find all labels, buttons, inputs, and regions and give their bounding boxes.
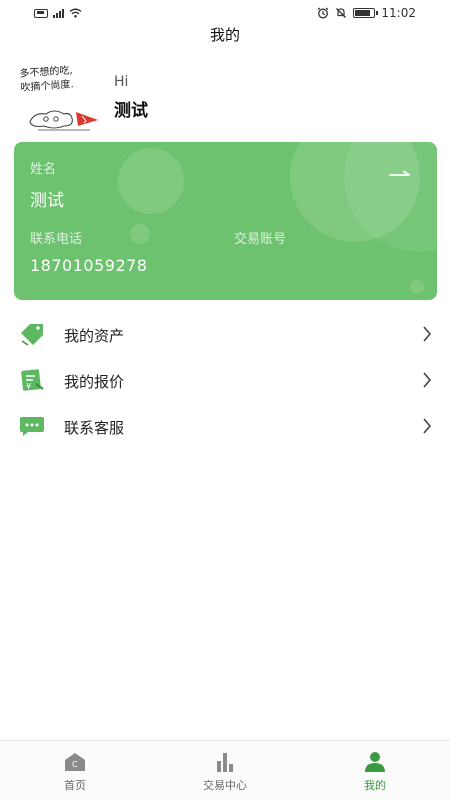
menu-label-quotes: 我的报价 (64, 372, 125, 391)
menu-item-quotes[interactable]: ¥ 我的报价 (0, 358, 450, 404)
menu-item-assets[interactable]: 我的资产 (0, 312, 450, 358)
tag-icon (18, 321, 46, 349)
menu-list: 我的资产 ¥ 我的报价 联系客服 (0, 312, 450, 450)
decor-bubble (118, 148, 184, 214)
decor-bubble (130, 224, 150, 244)
chevron-right-icon (423, 326, 432, 342)
alarm-icon (317, 7, 329, 19)
user-info-card[interactable]: 姓名 测试 联系电话 交易账号 18701059278 (14, 142, 437, 300)
profile-header: 多不想的吃, 吹摘个尚度. Hi (18, 62, 128, 142)
svg-text:¥: ¥ (26, 382, 31, 391)
decor-bubble (410, 280, 424, 294)
svg-text:C: C (72, 760, 78, 769)
sim-icon (34, 8, 48, 18)
user-name: 测试 (114, 101, 148, 121)
page-title: 我的 (209, 26, 240, 44)
status-bar: 11:02 (0, 0, 450, 26)
mute-icon (335, 7, 347, 19)
wifi-icon (69, 8, 82, 18)
name-label: 姓名 (30, 162, 57, 177)
tab-trading-center[interactable]: 交易中心 (150, 741, 300, 800)
tab-label-trading-center: 交易中心 (203, 779, 247, 792)
menu-item-support[interactable]: 联系客服 (0, 404, 450, 450)
tab-mine[interactable]: 我的 (300, 741, 450, 800)
chat-icon (18, 413, 46, 441)
account-label: 交易账号 (234, 232, 287, 247)
menu-label-support: 联系客服 (64, 418, 125, 437)
chevron-right-icon (423, 372, 432, 388)
status-left (34, 8, 82, 18)
status-right: 11:02 (317, 6, 416, 20)
tab-home[interactable]: C 首页 (0, 741, 150, 800)
greeting: Hi (114, 74, 129, 90)
battery-icon (353, 8, 379, 18)
name-value: 测试 (30, 191, 64, 211)
avatar[interactable]: 多不想的吃, 吹摘个尚度. (18, 62, 108, 142)
arrow-right-icon[interactable] (389, 170, 411, 180)
chevron-right-icon (423, 418, 432, 434)
signal-icon (53, 8, 64, 18)
quote-icon: ¥ (18, 367, 46, 395)
phone-value: 18701059278 (30, 256, 148, 275)
bottom-tab-bar: C 首页 交易中心 我的 (0, 740, 450, 800)
user-icon (365, 752, 385, 772)
bar-chart-icon (217, 753, 233, 772)
menu-label-assets: 我的资产 (64, 326, 125, 345)
status-time: 11:02 (381, 6, 416, 20)
avatar-drawing-icon (29, 110, 98, 131)
avatar-caption: 多不想的吃, 吹摘个尚度. (19, 64, 74, 96)
tab-label-home: 首页 (64, 779, 86, 792)
tab-label-mine: 我的 (364, 779, 386, 792)
home-icon: C (65, 753, 85, 771)
avatar-caption-line2: 吹摘个尚度. (20, 79, 74, 94)
phone-label: 联系电话 (30, 232, 83, 247)
